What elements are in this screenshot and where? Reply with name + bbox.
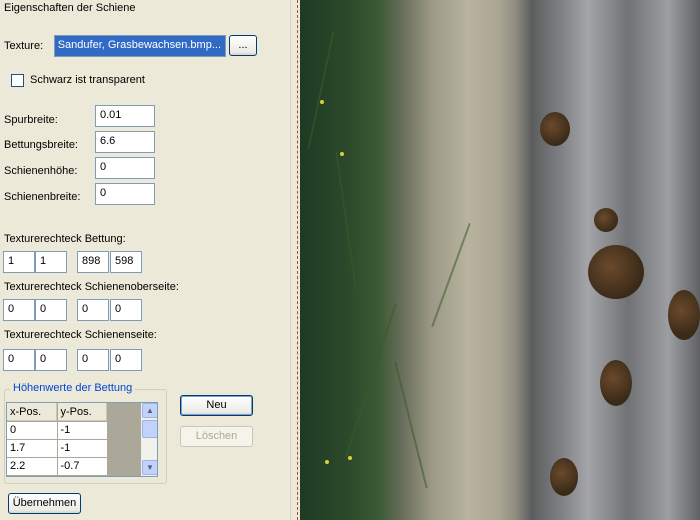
grid-cell[interactable]: 0: [7, 421, 58, 440]
rock: [540, 112, 570, 146]
texture-preview-image: [300, 0, 700, 520]
grid-cell[interactable]: -1: [57, 421, 108, 440]
rect-seite-x2[interactable]: 0: [77, 349, 109, 371]
rect-bettung-x2[interactable]: 898: [77, 251, 109, 273]
properties-panel: Eigenschaften der Schiene Texture: ...Br…: [0, 0, 290, 520]
rect-oberseite-x2[interactable]: 0: [77, 299, 109, 321]
rect-oberseite-y2[interactable]: 0: [110, 299, 142, 321]
grass-streak: [394, 361, 428, 489]
rect-oberseite-x1[interactable]: 0: [3, 299, 35, 321]
bettungsbreite-label: Bettungsbreite:: [4, 139, 78, 151]
grid-cell[interactable]: -0.7: [57, 457, 108, 476]
schienenbreite-label: Schienenbreite:: [4, 191, 81, 203]
texture-label: Texture:: [4, 40, 44, 52]
hoehenwerte-title: Höhenwerte der Bettung: [10, 382, 136, 394]
rect-seite-y2[interactable]: 0: [110, 349, 142, 371]
grid-cell[interactable]: 1.7: [7, 439, 58, 458]
rect-bettung-label: Texturerechteck Bettung:: [4, 233, 126, 245]
neu-button[interactable]: Neu: [180, 395, 253, 416]
grass-streak: [431, 222, 471, 328]
scroll-up-icon[interactable]: ▲: [142, 403, 157, 418]
flower: [325, 460, 329, 464]
rock: [594, 208, 618, 232]
hoehenwerte-grid[interactable]: x-Pos. y-Pos. 0 -1 1.7 -1 2.2 -0.7 ▲ ▼: [6, 402, 158, 477]
grid-cell[interactable]: -1: [57, 439, 108, 458]
flower: [340, 152, 344, 156]
rect-bettung-x1[interactable]: 1: [3, 251, 35, 273]
browse-button[interactable]: ...: [229, 35, 257, 56]
rock: [550, 458, 578, 496]
grass-streak: [335, 150, 357, 290]
rect-bettung-y2[interactable]: 598: [110, 251, 142, 273]
schienenhoehe-label: Schienenhöhe:: [4, 165, 78, 177]
rect-oberseite-label: Texturerechteck Schienenoberseite:: [4, 281, 179, 293]
schienenhoehe-field[interactable]: 0: [95, 157, 155, 179]
spurbreite-label: Spurbreite:: [4, 114, 58, 126]
rect-oberseite-y1[interactable]: 0: [35, 299, 67, 321]
rect-seite-y1[interactable]: 0: [35, 349, 67, 371]
flower: [320, 100, 324, 104]
table-row[interactable]: 0 -1: [7, 421, 108, 440]
loeschen-button[interactable]: Löschen: [180, 426, 253, 447]
grid-header-x[interactable]: x-Pos.: [7, 403, 58, 422]
rock: [600, 360, 632, 406]
spurbreite-field[interactable]: 0.01: [95, 105, 155, 127]
rect-seite-x1[interactable]: 0: [3, 349, 35, 371]
bettungsbreite-field[interactable]: 6.6: [95, 131, 155, 153]
table-row[interactable]: 1.7 -1: [7, 439, 108, 458]
grass-streak: [307, 31, 335, 149]
rock: [588, 245, 644, 299]
panel-title: Eigenschaften der Schiene: [4, 2, 136, 14]
scroll-thumb[interactable]: [142, 420, 157, 438]
transparent-checkbox[interactable]: [11, 74, 24, 87]
splitter-line: [297, 0, 299, 520]
rect-seite-label: Texturerechteck Schienenseite:: [4, 329, 157, 341]
table-row[interactable]: 2.2 -0.7: [7, 457, 108, 476]
grid-cell[interactable]: 2.2: [7, 457, 58, 476]
grid-scrollbar[interactable]: ▲ ▼: [141, 403, 157, 476]
uebernehmen-button[interactable]: Übernehmen: [8, 493, 81, 514]
grass-streak: [345, 303, 397, 457]
schienenbreite-field[interactable]: 0: [95, 183, 155, 205]
rect-bettung-y1[interactable]: 1: [35, 251, 67, 273]
flower: [348, 456, 352, 460]
texture-field[interactable]: ...Braunsand, Sandufer, Grasbewachsen.bm…: [54, 35, 226, 57]
scroll-down-icon[interactable]: ▼: [142, 460, 157, 475]
rock: [668, 290, 700, 340]
grid-header-y[interactable]: y-Pos.: [57, 403, 108, 422]
transparent-label: Schwarz ist transparent: [30, 74, 145, 86]
